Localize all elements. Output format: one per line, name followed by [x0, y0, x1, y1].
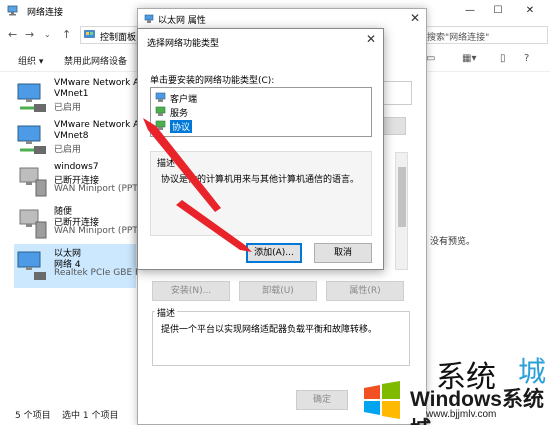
- install-button[interactable]: 安装(N)...: [152, 281, 230, 301]
- details-pane-icon[interactable]: ▭: [426, 53, 435, 64]
- adapter-vmnet1[interactable]: VMware Network Ad VMnet1 已启用: [14, 76, 145, 120]
- preview-pane-icon[interactable]: ▯: [500, 53, 506, 64]
- dialog-title: 选择网络功能类型: [147, 39, 220, 49]
- control-panel-icon: [84, 30, 95, 38]
- network-adapter-icon: [17, 251, 46, 280]
- list-item-label: 客户端: [170, 95, 198, 105]
- scrollbar-thumb[interactable]: [398, 167, 406, 227]
- select-feature-type-dialog: 选择网络功能类型 ✕ 单击要安装的网络功能类型(C): 客户端 服务 协议 描述…: [137, 28, 384, 270]
- properties-button[interactable]: 属性(R): [326, 281, 404, 301]
- network-adapter-icon: [17, 83, 46, 112]
- ok-button[interactable]: 确定: [296, 390, 348, 410]
- network-connections-icon: [7, 5, 18, 16]
- dialog-description-text: 协议是你的计算机用来与其他计算机通信的语言。: [161, 175, 360, 185]
- properties-description-text: 提供一个平台以实现网络适配器负载平衡和故障转移。: [161, 325, 378, 335]
- item-count: 5 个项目: [15, 411, 51, 421]
- dialog-description-label: 描述: [157, 159, 176, 169]
- cancel-button[interactable]: 取消: [314, 243, 372, 263]
- vpn-connection-icon: [19, 167, 47, 197]
- list-item-label: 协议: [170, 120, 193, 133]
- adapter-name: windows7: [54, 162, 99, 172]
- properties-description-box: 提供一个平台以实现网络适配器负载平衡和故障转移。: [152, 311, 410, 366]
- forward-arrow-icon[interactable]: →: [25, 28, 34, 41]
- adapter-name: VMware Network Ad: [54, 120, 145, 130]
- selected-count: 选中 1 个项目: [62, 411, 119, 421]
- protocol-icon: [155, 120, 166, 130]
- add-button[interactable]: 添加(A)...: [246, 243, 302, 263]
- close-icon[interactable]: ✕: [515, 3, 545, 19]
- dialog-description-box: 描述 协议是你的计算机用来与其他计算机通信的语言。: [150, 151, 372, 236]
- list-item-client[interactable]: 客户端: [155, 91, 215, 105]
- chevron-down-icon[interactable]: ⌄: [44, 30, 51, 39]
- help-icon[interactable]: ?: [524, 53, 529, 64]
- search-input[interactable]: 搜索"网络连接": [420, 26, 548, 44]
- explorer-title: 网络连接: [27, 8, 64, 18]
- adapter-windows7[interactable]: windows7 已断开连接 WAN Miniport (PPTP: [14, 160, 143, 204]
- feature-type-prompt: 单击要安装的网络功能类型(C):: [150, 76, 275, 86]
- service-icon: [155, 106, 166, 116]
- list-item-service[interactable]: 服务: [155, 105, 215, 119]
- adapter-sub: VMnet8: [54, 131, 89, 141]
- adapter-status: WAN Miniport (PPTP: [54, 184, 144, 194]
- windows-logo-icon: [364, 381, 400, 419]
- close-icon[interactable]: ✕: [366, 32, 376, 46]
- adapter-sub: VMnet1: [54, 89, 89, 99]
- disable-device-button[interactable]: 禁用此网络设备: [64, 54, 127, 67]
- up-arrow-icon[interactable]: ↑: [62, 28, 71, 41]
- adapter-status: Realtek PCIe GBE Far: [54, 268, 149, 278]
- close-icon[interactable]: ✕: [410, 11, 420, 25]
- address-text: 控制面板: [100, 33, 137, 43]
- no-preview-text: 没有预览。: [430, 237, 476, 247]
- feature-type-list[interactable]: 客户端 服务 协议: [150, 87, 372, 137]
- ethernet-icon: [144, 14, 154, 23]
- back-arrow-icon[interactable]: ←: [8, 28, 17, 41]
- list-item-protocol[interactable]: 协议: [155, 119, 215, 133]
- search-placeholder: 搜索"网络连接": [427, 33, 490, 43]
- vpn-connection-icon: [19, 209, 47, 239]
- list-item-label: 服务: [170, 109, 189, 119]
- properties-description-label: 描述: [155, 306, 178, 319]
- adapter-status: WAN Miniport (PPTP: [54, 226, 144, 236]
- adapter-name: VMware Network Ad: [54, 78, 145, 88]
- adapter-suibian[interactable]: 随便 已断开连接 WAN Miniport (PPTP: [14, 202, 143, 246]
- organize-menu[interactable]: 组织 ▾: [18, 54, 43, 67]
- minimize-icon[interactable]: —: [455, 3, 485, 19]
- maximize-icon[interactable]: ☐: [483, 3, 513, 19]
- network-adapter-icon: [17, 125, 46, 154]
- uninstall-button[interactable]: 卸载(U): [239, 281, 317, 301]
- watermark-url: www.bjjmlv.com: [426, 409, 497, 420]
- client-icon: [155, 92, 166, 102]
- items-scrollbar[interactable]: [395, 152, 408, 270]
- adapter-status: 已启用: [54, 103, 82, 113]
- adapter-status: 已启用: [54, 145, 82, 155]
- adapter-vmnet8[interactable]: VMware Network Ad VMnet8 已启用: [14, 118, 145, 162]
- address-bar[interactable]: 控制面板: [80, 26, 140, 44]
- view-options-icon[interactable]: ▦▾: [462, 53, 476, 64]
- properties-title: 以太网 属性: [158, 16, 206, 26]
- adapter-ethernet[interactable]: 以太网 网络 4 Realtek PCIe GBE Far: [14, 244, 149, 288]
